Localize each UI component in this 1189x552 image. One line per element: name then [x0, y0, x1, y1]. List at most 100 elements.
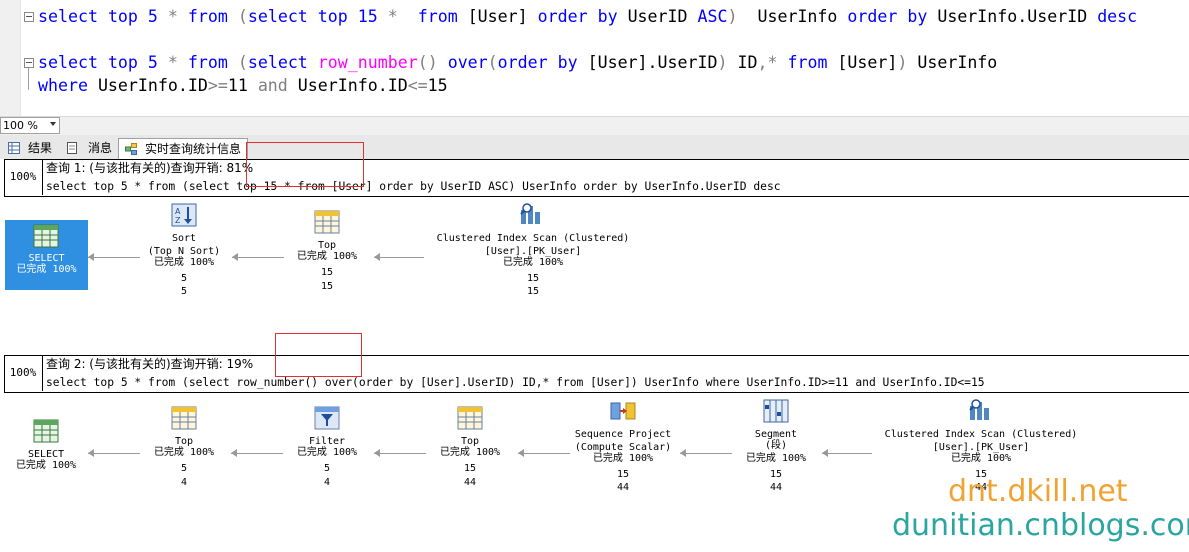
editor-status-bar — [0, 116, 1189, 135]
node-label: Top — [174, 436, 194, 447]
sequence-project-icon[interactable] — [610, 399, 636, 423]
sql-line-3[interactable]: where UserInfo.ID>=11 and UserInfo.ID<=1… — [38, 75, 448, 97]
query-2-sql: select top 5 * from (select row_number()… — [46, 376, 985, 389]
tab-results[interactable]: 结果 — [8, 138, 58, 158]
node-status: 已完成 100% — [16, 264, 77, 275]
fold-guide — [28, 68, 29, 90]
node-estimated-rows: 4 — [323, 477, 331, 488]
node-label: Clustered Index Scan (Clustered) — [436, 233, 630, 244]
svg-text:A: A — [175, 207, 181, 216]
message-icon — [67, 142, 77, 154]
node-label: Filter — [308, 436, 346, 447]
top-icon[interactable] — [314, 210, 340, 234]
node-label: Sort — [171, 233, 197, 244]
node-label: SELECT — [27, 449, 65, 460]
grid-icon — [8, 142, 20, 154]
arrowhead — [822, 449, 828, 457]
highlight-box — [246, 142, 364, 187]
flow-arrow — [88, 257, 140, 258]
tab-messages-label: 消息 — [88, 141, 113, 155]
arrowhead — [374, 449, 380, 457]
watermark-line-1: dnt.dkill.net — [948, 474, 1128, 509]
chevron-down-icon[interactable] — [50, 122, 56, 126]
sql-line-1[interactable]: select top 5 * from (select top 15 * fro… — [38, 6, 1137, 28]
node-estimated-rows: 44 — [463, 477, 477, 488]
sort-icon[interactable]: A Z — [171, 203, 197, 227]
node-estimated-rows: 15 — [526, 286, 540, 297]
tab-messages[interactable]: 消息 — [66, 138, 116, 158]
filter-icon[interactable] — [314, 406, 340, 430]
arrowhead — [680, 449, 686, 457]
node-actual-rows: 5 — [180, 463, 188, 474]
node-label: Top — [460, 436, 480, 447]
tab-live-query-stats-label: 实时查询统计信息 — [145, 142, 242, 156]
collapse-icon[interactable] — [24, 58, 34, 68]
node-status: 已完成 100% — [502, 257, 564, 268]
live-stats-icon — [125, 143, 137, 155]
watermark-line-2: dunitian.cnblogs.com — [892, 508, 1189, 543]
arrowhead — [374, 253, 380, 261]
top-icon[interactable] — [171, 406, 197, 430]
node-sublabel: (段) — [764, 440, 788, 451]
node-label: Segment — [754, 429, 798, 440]
sql-line-2[interactable]: select top 5 * from (select row_number()… — [38, 52, 997, 74]
node-actual-rows: 15 — [463, 463, 477, 474]
tab-results-label: 结果 — [28, 141, 53, 155]
query-2-percent: 100% — [4, 355, 43, 391]
flow-arrow — [822, 453, 872, 454]
editor-gutter — [0, 0, 20, 116]
node-actual-rows: 15 — [526, 273, 540, 284]
node-estimated-rows: 5 — [180, 286, 188, 297]
query-2-cost: 查询 2: (与该批有关的)查询开销: 19% — [46, 357, 254, 371]
node-actual-rows: 15 — [320, 267, 334, 278]
node-sublabel: (Top N Sort) — [147, 246, 221, 257]
clustered-index-scan-icon[interactable] — [968, 398, 994, 422]
node-actual-rows: 15 — [616, 469, 630, 480]
svg-text:Z: Z — [175, 216, 181, 225]
query-1-sql: select top 5 * from (select top 15 * fro… — [46, 180, 781, 193]
node-status: 已完成 100% — [439, 447, 501, 458]
zoom-value: 100 % — [3, 119, 38, 132]
query-1-cost: 查询 1: (与该批有关的)查询开销: 81% — [46, 161, 254, 175]
flow-arrow — [232, 257, 284, 258]
node-status: 已完成 100% — [950, 453, 1012, 464]
top-icon[interactable] — [457, 406, 483, 430]
node-label: Clustered Index Scan (Clustered) — [884, 429, 1078, 440]
flow-arrow — [374, 453, 426, 454]
arrowhead — [518, 449, 524, 457]
clustered-index-scan-icon[interactable] — [519, 202, 545, 226]
node-status: 已完成 100% — [153, 447, 215, 458]
node-status: 已完成 100% — [153, 257, 215, 268]
node-status: 已完成 100% — [296, 251, 358, 262]
node-estimated-rows: 15 — [320, 281, 334, 292]
select-icon[interactable] — [33, 419, 59, 443]
tab-live-query-stats[interactable]: 实时查询统计信息 — [118, 138, 248, 160]
node-sublabel: [User].[PK_User] — [932, 442, 1030, 453]
node-sublabel: [User].[PK_User] — [484, 246, 582, 257]
node-status: 已完成 100% — [296, 447, 358, 458]
node-label: SELECT — [28, 253, 65, 264]
flow-arrow — [88, 453, 140, 454]
node-actual-rows: 5 — [323, 463, 331, 474]
highlight-box — [275, 333, 362, 377]
node-status: 已完成 100% — [592, 453, 654, 464]
flow-arrow — [231, 453, 283, 454]
arrowhead — [231, 449, 237, 457]
node-actual-rows: 5 — [180, 273, 188, 284]
arrowhead — [232, 253, 238, 261]
flow-arrow — [374, 257, 424, 258]
arrowhead — [88, 449, 94, 457]
node-label: Sequence Project — [574, 429, 672, 440]
node-estimated-rows: 4 — [180, 477, 188, 488]
collapse-icon[interactable] — [24, 12, 34, 22]
node-estimated-rows: 44 — [769, 482, 783, 493]
node-estimated-rows: 44 — [616, 482, 630, 493]
node-actual-rows: 15 — [769, 469, 783, 480]
select-icon — [33, 224, 59, 248]
segment-icon[interactable] — [763, 399, 789, 423]
node-status: 已完成 100% — [745, 453, 807, 464]
node-sublabel: (Compute Scalar) — [574, 442, 672, 453]
flow-arrow — [680, 453, 732, 454]
node-label: Top — [317, 240, 337, 251]
node-status: 已完成 100% — [15, 460, 77, 471]
